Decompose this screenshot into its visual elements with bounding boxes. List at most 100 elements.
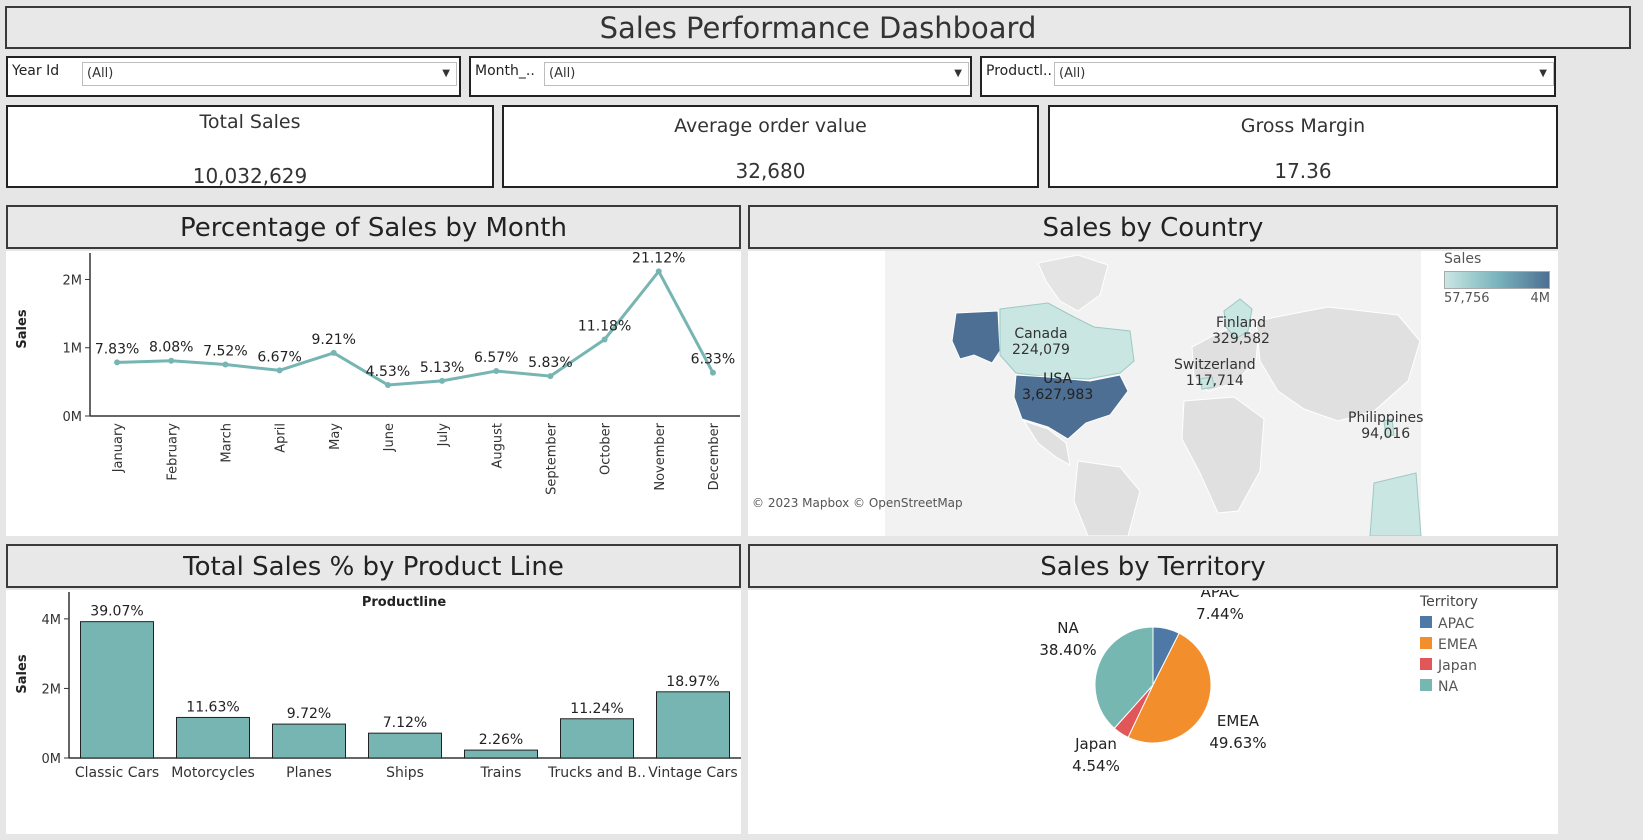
x-tick-label: August xyxy=(490,423,505,469)
kpi-average-order-value: Average order value 32,680 xyxy=(502,105,1039,188)
x-tick-label: Vintage Cars xyxy=(648,765,737,781)
map-label-philippines: Philippines 94,016 xyxy=(1348,410,1424,442)
kpi-gross-margin-value: 17.36 xyxy=(1274,159,1332,183)
y-tick-label: 4M xyxy=(42,613,62,628)
product-chart-header: Total Sales % by Product Line xyxy=(6,544,741,588)
x-tick-label: November xyxy=(653,422,668,490)
data-label: 5.13% xyxy=(420,360,464,376)
map-attribution: © 2023 Mapbox © OpenStreetMap xyxy=(752,496,963,510)
x-tick-label: December xyxy=(707,422,722,490)
data-label: 7.52% xyxy=(203,344,247,360)
data-label: 7.12% xyxy=(383,715,427,731)
data-point xyxy=(330,349,337,356)
legend-item-japan[interactable]: Japan xyxy=(1420,655,1550,676)
data-point xyxy=(168,357,175,364)
filter-year-label: Year Id xyxy=(12,63,60,79)
kpi-total-sales-value: 10,032,629 xyxy=(192,164,308,188)
filter-productline: Productl.. (All) ▼ xyxy=(980,56,1556,97)
bar xyxy=(80,621,154,759)
world-map[interactable] xyxy=(748,251,1558,536)
map-panel: Canada 224,079 USA 3,627,983 Finland 329,58… xyxy=(748,251,1558,536)
data-point xyxy=(384,382,391,389)
map-legend-title: Sales xyxy=(1444,251,1482,267)
bar xyxy=(272,723,346,759)
data-point xyxy=(222,361,229,368)
x-tick-label: July xyxy=(436,423,451,448)
chart-title: Productline xyxy=(362,595,447,610)
bar xyxy=(464,749,538,759)
filter-month: Month_.. (All) ▼ xyxy=(469,56,972,97)
product-chart-panel: Productline 0M 2M 4M Sales 39.07% Classic Cars… xyxy=(6,590,741,834)
y-tick-label: 0M xyxy=(63,410,83,425)
kpi-gross-margin: Gross Margin 17.36 xyxy=(1048,105,1558,188)
x-tick-label: Classic Cars xyxy=(75,765,159,781)
product-bar-chart: Productline 0M 2M 4M Sales 39.07% Classic Cars… xyxy=(15,592,741,781)
bar xyxy=(656,691,730,759)
data-label: 11.63% xyxy=(186,699,239,715)
x-tick-label: June xyxy=(382,423,397,452)
month-chart-panel: 0M 1M 2M Sales 7.83% January 8.08% February 7.52… xyxy=(6,251,741,536)
x-tick-label: March xyxy=(219,423,234,463)
data-point xyxy=(439,377,446,384)
data-point xyxy=(601,336,608,343)
data-label: 11.18% xyxy=(578,318,631,334)
kpi-total-sales: Total Sales 10,032,629 xyxy=(6,105,494,188)
x-tick-label: May xyxy=(328,423,343,450)
slice-value-label: 38.40% xyxy=(1039,641,1096,659)
territory-header: Sales by Territory xyxy=(748,544,1558,588)
legend-item-na[interactable]: NA xyxy=(1420,676,1550,697)
data-label: 6.57% xyxy=(474,350,518,366)
filter-month-value: (All) xyxy=(549,66,576,81)
map-label-canada: Canada 224,079 xyxy=(1012,326,1070,358)
data-label: 18.97% xyxy=(666,674,719,690)
legend-item-apac[interactable]: APAC xyxy=(1420,613,1550,634)
slice-name-label: EMEA xyxy=(1217,712,1260,730)
filter-year: Year Id (All) ▼ xyxy=(6,56,461,97)
product-chart-title: Total Sales % by Product Line xyxy=(183,552,564,582)
data-point xyxy=(493,368,500,375)
data-label: 2.26% xyxy=(479,732,523,748)
y-tick-label: 1M xyxy=(63,342,83,357)
legend-item-emea[interactable]: EMEA xyxy=(1420,634,1550,655)
x-tick-label: September xyxy=(544,422,559,495)
data-label: 7.83% xyxy=(95,341,139,357)
bar xyxy=(560,718,634,759)
filter-year-select[interactable]: (All) ▼ xyxy=(82,62,457,86)
x-tick-label: Ships xyxy=(386,765,424,781)
bar xyxy=(176,716,250,759)
kpi-total-sales-label: Total Sales xyxy=(199,111,301,133)
y-axis-label: Sales xyxy=(15,654,30,693)
x-tick-label: February xyxy=(165,423,180,481)
kpi-aov-label: Average order value xyxy=(674,115,867,137)
map-label-finland: Finland 329,582 xyxy=(1212,315,1270,347)
data-label: 4.53% xyxy=(366,364,410,380)
data-label: 21.12% xyxy=(632,251,685,266)
territory-legend-title: Territory xyxy=(1420,594,1479,610)
data-label: 6.33% xyxy=(691,352,735,368)
territory-legend: Territory APAC EMEA Japan NA xyxy=(1420,594,1550,697)
map-label-usa: USA 3,627,983 xyxy=(1022,371,1094,403)
data-label: 5.83% xyxy=(528,355,572,371)
x-tick-label: Motorcycles xyxy=(171,765,255,781)
kpi-aov-value: 32,680 xyxy=(735,159,806,183)
x-tick-label: Trains xyxy=(480,765,522,781)
slice-name-label: APAC xyxy=(1201,590,1240,601)
filter-productline-select[interactable]: (All) ▼ xyxy=(1054,62,1554,86)
alaska-shape xyxy=(951,310,1001,364)
data-point xyxy=(655,268,662,275)
y-tick-label: 2M xyxy=(42,682,62,697)
data-point xyxy=(114,359,121,366)
map-title: Sales by Country xyxy=(1042,213,1264,243)
x-tick-label: April xyxy=(274,423,289,453)
month-line-chart: 0M 1M 2M Sales 7.83% January 8.08% February 7.52… xyxy=(15,251,740,495)
data-point xyxy=(709,369,716,376)
filter-year-value: (All) xyxy=(87,66,114,81)
data-label: 9.21% xyxy=(312,332,356,348)
filter-productline-label: Productl.. xyxy=(986,63,1052,79)
data-point xyxy=(276,367,283,374)
slice-value-label: 7.44% xyxy=(1196,605,1244,623)
filter-month-select[interactable]: (All) ▼ xyxy=(544,62,969,86)
australia-shape xyxy=(1369,472,1422,536)
data-label: 9.72% xyxy=(287,706,331,722)
slice-value-label: 49.63% xyxy=(1209,734,1266,752)
